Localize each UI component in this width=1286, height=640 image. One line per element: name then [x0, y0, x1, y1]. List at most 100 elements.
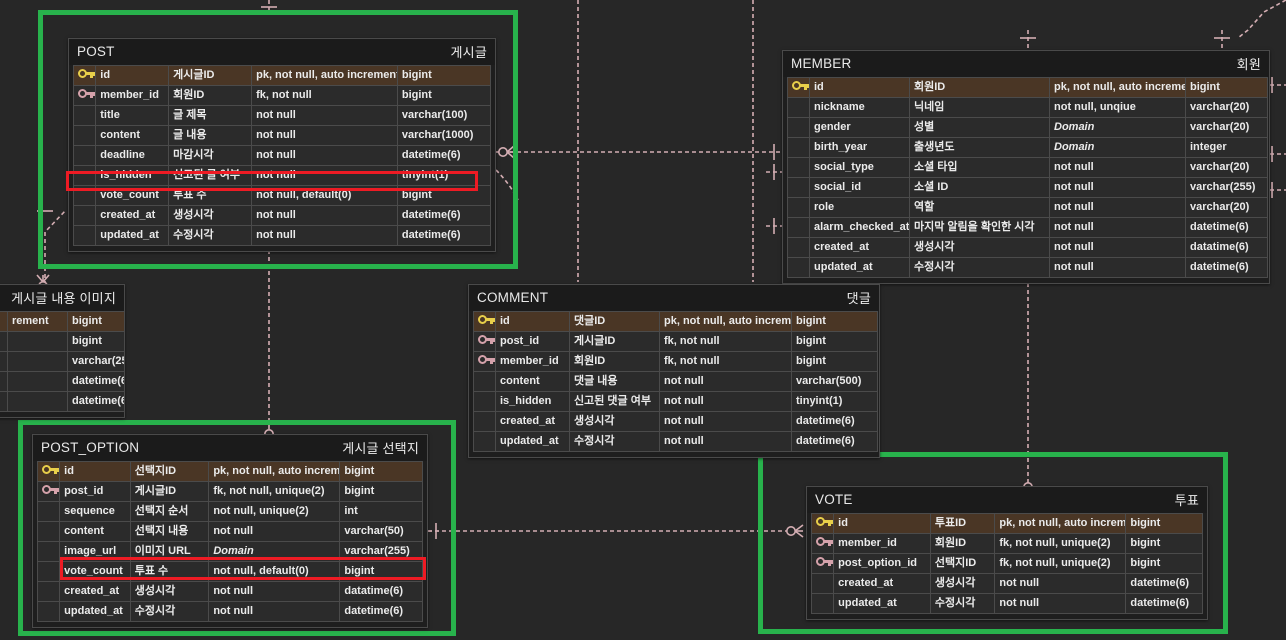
column-constraint: fk, not null, unique(2)	[994, 553, 1127, 574]
column-name: title	[95, 105, 170, 126]
column-constraint: not null	[659, 391, 792, 412]
entity-post-option[interactable]: POST_OPTION 게시글 선택지 id 선택지ID pk, not null,…	[32, 434, 428, 628]
column-type: varchar(100)	[396, 105, 492, 126]
column-row[interactable]: updated_at 수정시각 not null datetime(6)	[473, 431, 878, 452]
column-row[interactable]: content 선택지 내용 not null varchar(50)	[36, 521, 423, 542]
column-comment: 역할	[909, 197, 1050, 218]
column-constraint: fk, not null	[659, 351, 792, 372]
column-constraint: pk, not null, auto increment	[208, 461, 341, 482]
relationship-stub-topright	[1237, 0, 1286, 39]
column-constraint: Domain	[1049, 117, 1186, 138]
column-row[interactable]: member_id 회원ID fk, not null, unique(2) bigi…	[810, 533, 1203, 554]
column-row[interactable]: content 댓글 내용 not null varchar(500)	[473, 371, 878, 392]
fk-key-icon	[816, 537, 833, 546]
column-row[interactable]: nickname 닉네임 not null, unqiue varchar(20)	[787, 97, 1268, 118]
column-type: datetime(6)	[67, 391, 124, 412]
entity-vote[interactable]: VOTE 투표 id투표IDpk, not null, auto increme…	[806, 486, 1208, 620]
column-row[interactable]: updated_at 수정시각 not null datetime(6)	[787, 257, 1268, 278]
column-type: int	[339, 501, 423, 522]
column-row[interactable]: id 회원ID pk, not null, auto increment bigint	[787, 77, 1268, 98]
entity-title: POST_OPTION 게시글 선택지	[33, 435, 427, 461]
column-row[interactable]: social_type 소셜 타입 not null varchar(20)	[787, 157, 1268, 178]
column-comment: 소셜 ID	[909, 177, 1050, 198]
column-row[interactable]: updated_at 수정시각 not null datetime(6)	[72, 225, 492, 246]
column-row[interactable]: datetime(6)	[0, 371, 124, 392]
column-constraint: Domain	[1049, 137, 1186, 158]
column-row[interactable]: member_id 회원ID fk, not null bigint	[72, 85, 492, 106]
column-comment: 생성시각	[909, 237, 1050, 258]
column-row[interactable]: varchar(255)	[0, 351, 124, 372]
key-cell	[72, 85, 97, 106]
key-cell	[787, 137, 810, 158]
entity-physical-name: POST_OPTION	[41, 440, 140, 455]
column-constraint: not null	[1049, 257, 1186, 278]
key-cell	[787, 97, 810, 118]
entity-post-content-image[interactable]: 게시글 내용 이미지 rementbigintbigintvarchar(255…	[0, 284, 125, 418]
column-row[interactable]: id선택지IDpk, not null, auto incrementbigin…	[36, 461, 423, 482]
column-type: datetime(6)	[1125, 593, 1203, 614]
column-row[interactable]: birth_year 출생년도 Domain integer	[787, 137, 1268, 158]
key-cell	[473, 351, 496, 372]
column-constraint: not null	[251, 125, 398, 146]
key-cell	[72, 105, 97, 126]
entity-member[interactable]: MEMBER 회원 id 회원ID pk, not null, auto incre…	[782, 50, 1270, 284]
key-cell	[72, 65, 97, 86]
key-cell	[72, 125, 97, 146]
column-comment: 생성시각	[569, 411, 660, 432]
column-row[interactable]: alarm_checked_at 마지막 알림을 확인한 시각 not null da…	[787, 217, 1268, 238]
column-row[interactable]: sequence 선택지 순서 not null, unique(2) int	[36, 501, 423, 522]
column-comment: 마감시각	[168, 145, 253, 166]
column-row[interactable]: title 글 제목 not null varchar(100)	[72, 105, 492, 126]
column-row[interactable]: created_at 생성시각 not null datetime(6)	[810, 573, 1203, 594]
entity-comment[interactable]: COMMENT 댓글 id 댓글ID pk, not null, auto incr…	[468, 284, 880, 458]
column-constraint: rement	[7, 311, 68, 332]
column-row[interactable]: rement bigint	[0, 311, 124, 332]
erd-canvas[interactable]: 게시글 내용 이미지 rementbigintbigintvarchar(255…	[0, 0, 1286, 640]
column-row[interactable]: datetime(6)	[0, 391, 124, 412]
column-comment: 수정시각	[909, 257, 1050, 278]
column-row[interactable]: post_id 게시글ID fk, not null bigint	[473, 331, 878, 352]
column-name: created_at	[833, 573, 931, 594]
column-row[interactable]: updated_at 수정시각 not null datetime(6)	[810, 593, 1203, 614]
column-row[interactable]: member_id 회원ID fk, not null bigint	[473, 351, 878, 372]
column-row[interactable]: created_at 생성시각 not null datetime(6)	[473, 411, 878, 432]
column-constraint: pk, not null, auto increment	[994, 513, 1127, 534]
column-row[interactable]: gender 성별 Domain varchar(20)	[787, 117, 1268, 138]
column-type: bigint	[339, 481, 423, 502]
column-row[interactable]: deadline 마감시각 not null datetime(6)	[72, 145, 492, 166]
column-row[interactable]: content 글 내용 not null varchar(1000)	[72, 125, 492, 146]
fk-key-icon	[816, 557, 833, 566]
column-name: deadline	[95, 145, 170, 166]
column-row[interactable]: post_option_id 선택지ID fk, not null, unique(…	[810, 553, 1203, 574]
column-row[interactable]: post_id 게시글ID fk, not null, unique(2) bigin…	[36, 481, 423, 502]
column-row[interactable]: id댓글IDpk, not null, auto incrementbigint	[473, 311, 878, 332]
column-row[interactable]: id투표IDpk, not null, auto incrementbigint	[810, 513, 1203, 534]
pk-key-icon	[792, 81, 809, 90]
column-row[interactable]: social_id 소셜 ID not null varchar(255)	[787, 177, 1268, 198]
column-comment: 신고된 댓글 여부	[569, 391, 660, 412]
column-type: datetime(6)	[396, 225, 492, 246]
column-constraint: fk, not null, unique(2)	[208, 481, 341, 502]
column-row[interactable]: updated_at 수정시각 not null datetime(6)	[36, 601, 423, 622]
key-cell	[473, 431, 496, 452]
column-row[interactable]: created_at 생성시각 not null datatime(6)	[787, 237, 1268, 258]
column-row[interactable]: is_hidden 신고된 댓글 여부 not null tinyint(1)	[473, 391, 878, 412]
column-row[interactable]: role 역할 not null varchar(20)	[787, 197, 1268, 218]
column-type: varchar(20)	[1185, 157, 1268, 178]
column-row[interactable]: bigint	[0, 331, 124, 352]
column-name: sequence	[59, 501, 131, 522]
column-comment: 댓글 내용	[569, 371, 660, 392]
key-cell	[36, 461, 61, 482]
column-name: updated_at	[495, 431, 570, 452]
column-comment: 수정시각	[129, 601, 210, 622]
column-comment: 생성시각	[168, 205, 253, 226]
column-comment: 수정시각	[929, 593, 996, 614]
key-cell	[810, 513, 835, 534]
column-row[interactable]: id 게시글ID pk, not null, auto increment bigin…	[72, 65, 492, 86]
column-row[interactable]: created_at 생성시각 not null datetime(6)	[72, 205, 492, 226]
entity-post[interactable]: POST 게시글 id 게시글ID pk, not null, auto incre…	[68, 38, 496, 252]
column-comment: 수정시각	[569, 431, 660, 452]
key-cell	[787, 157, 810, 178]
column-type: bigint	[396, 65, 492, 86]
column-row[interactable]: created_at 생성시각 not null datatime(6)	[36, 581, 423, 602]
